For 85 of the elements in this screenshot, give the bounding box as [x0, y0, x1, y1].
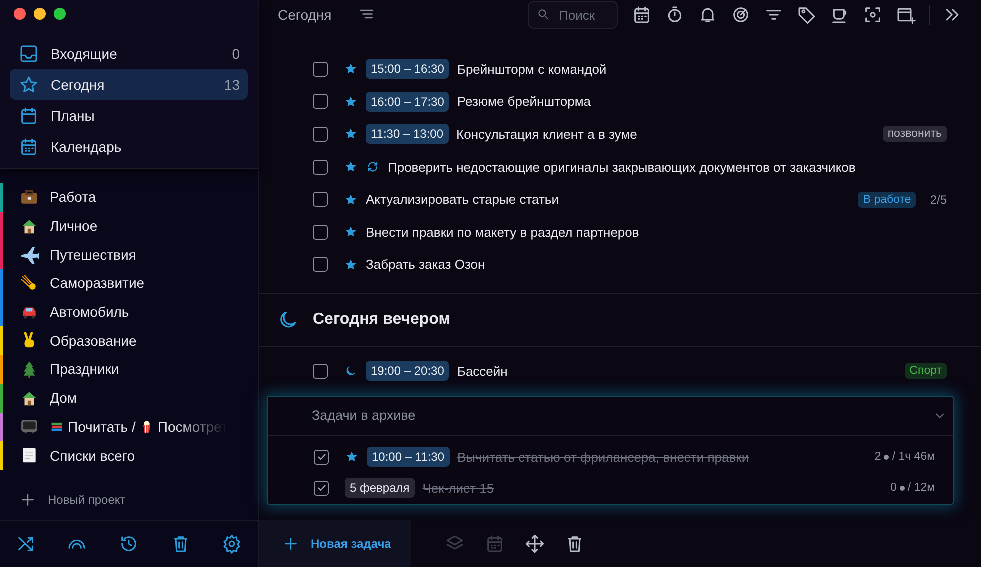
- checkbox[interactable]: [313, 224, 328, 240]
- move-icon[interactable]: [525, 534, 546, 554]
- sidebar-item[interactable]: Календарь: [10, 131, 248, 162]
- airplane-icon: [20, 245, 39, 264]
- plus-icon: [20, 492, 36, 508]
- dot-icon: [884, 454, 890, 460]
- task-title[interactable]: Актуализировать старые статьи: [366, 192, 850, 208]
- section-title: Сегодня вечером: [313, 311, 451, 330]
- date-chip: 5 февраля: [345, 478, 415, 498]
- project-item[interactable]: Автомобиль: [0, 298, 258, 326]
- star-icon: [344, 127, 358, 142]
- sidebar-item[interactable]: Входящие 0: [10, 38, 248, 69]
- time-spent: / 12м: [908, 482, 935, 494]
- time-chip: 15:00 – 16:30: [366, 59, 450, 80]
- plus-icon: [283, 536, 299, 552]
- new-task-button[interactable]: Новая задача: [259, 520, 412, 567]
- project-item[interactable]: Путешествия: [0, 240, 258, 270]
- close-button[interactable]: [14, 8, 26, 20]
- task-title[interactable]: Чек-лист 15: [422, 480, 882, 496]
- star-icon: [344, 62, 358, 76]
- new-project-button[interactable]: Новый проект: [0, 492, 258, 520]
- time-chip: 19:00 – 20:30: [366, 361, 450, 382]
- tag-icon[interactable]: [797, 5, 817, 25]
- task-title[interactable]: Брейншторм с командой: [457, 62, 947, 77]
- dot-icon: [900, 486, 905, 491]
- checkbox[interactable]: [314, 450, 329, 465]
- comet-icon: [20, 274, 39, 293]
- checkbox[interactable]: [313, 62, 328, 77]
- task-tag: Спорт: [904, 363, 947, 380]
- sidebar-item[interactable]: Планы: [10, 100, 248, 131]
- task-title[interactable]: Проверить недостающие оригиналы закрывающих документов от заказчиков: [388, 160, 947, 175]
- checkbox[interactable]: [314, 480, 329, 496]
- task-tag: В работе: [858, 192, 916, 208]
- star-icon: [344, 192, 358, 207]
- task-title[interactable]: Консультация клиент а в зуме: [456, 126, 875, 142]
- tv-icon: [20, 417, 39, 436]
- subtask-count: 2/5: [930, 192, 947, 207]
- calendar-icon: [19, 106, 39, 126]
- time-chip: 11:30 – 13:00: [366, 124, 449, 144]
- moon-icon: [344, 364, 358, 378]
- task-tag: позвонить: [882, 126, 947, 142]
- checkbox[interactable]: [313, 94, 328, 110]
- briefcase-icon: [20, 188, 39, 207]
- star-icon: [345, 450, 359, 464]
- sidebar-item[interactable]: Сегодня 13: [10, 69, 248, 100]
- star-icon: [344, 258, 358, 272]
- project-item[interactable]: Дом: [0, 384, 258, 412]
- task-title[interactable]: Забрать заказ Озон: [366, 257, 947, 272]
- time-chip: 10:00 – 11:30: [367, 447, 450, 468]
- history-icon[interactable]: [118, 534, 139, 554]
- time-chip: 16:00 – 17:30: [366, 92, 450, 112]
- task-title[interactable]: Внести правки по макету в раздел партнеров: [366, 224, 947, 240]
- task-title[interactable]: Бассейн: [457, 364, 897, 379]
- task-title[interactable]: Вычитать статью от фрилансера, внести правки: [458, 450, 867, 465]
- search-field[interactable]: Поиск: [528, 1, 618, 29]
- settings-icon[interactable]: [222, 534, 242, 554]
- pomodoro-count: 0: [890, 482, 897, 494]
- checkbox[interactable]: [313, 126, 328, 142]
- project-item[interactable]: Списки всего: [0, 441, 258, 470]
- page-title: Сегодня: [278, 7, 332, 23]
- project-item[interactable]: Саморазвитие: [0, 269, 258, 298]
- checkbox[interactable]: [313, 160, 328, 175]
- time-spent: / 1ч 46м: [892, 451, 935, 464]
- notepad-icon: [20, 446, 39, 466]
- archive-title[interactable]: Задачи в архиве: [312, 408, 933, 424]
- focus-icon[interactable]: [863, 5, 883, 25]
- inbox-icon: [19, 44, 39, 64]
- minimize-button[interactable]: [34, 8, 46, 20]
- target-icon[interactable]: [731, 5, 751, 25]
- star-icon: [19, 74, 39, 94]
- calendar-icon: [19, 136, 39, 156]
- checkbox[interactable]: [313, 257, 328, 272]
- calendar-icon[interactable]: [632, 5, 652, 25]
- project-item[interactable]: Праздники: [0, 355, 258, 384]
- star-icon: [344, 225, 358, 240]
- project-item[interactable]: Образование: [0, 326, 258, 356]
- project-item[interactable]: Личное: [0, 212, 258, 240]
- zoom-button[interactable]: [54, 8, 66, 20]
- task-title[interactable]: Резюме брейншторма: [457, 94, 947, 110]
- checkbox[interactable]: [313, 364, 328, 379]
- star-icon: [344, 94, 358, 109]
- project-item[interactable]: Работа: [0, 183, 258, 212]
- star-icon: [344, 160, 358, 174]
- pomodoro-count: 2: [874, 451, 882, 464]
- checkbox[interactable]: [313, 192, 328, 208]
